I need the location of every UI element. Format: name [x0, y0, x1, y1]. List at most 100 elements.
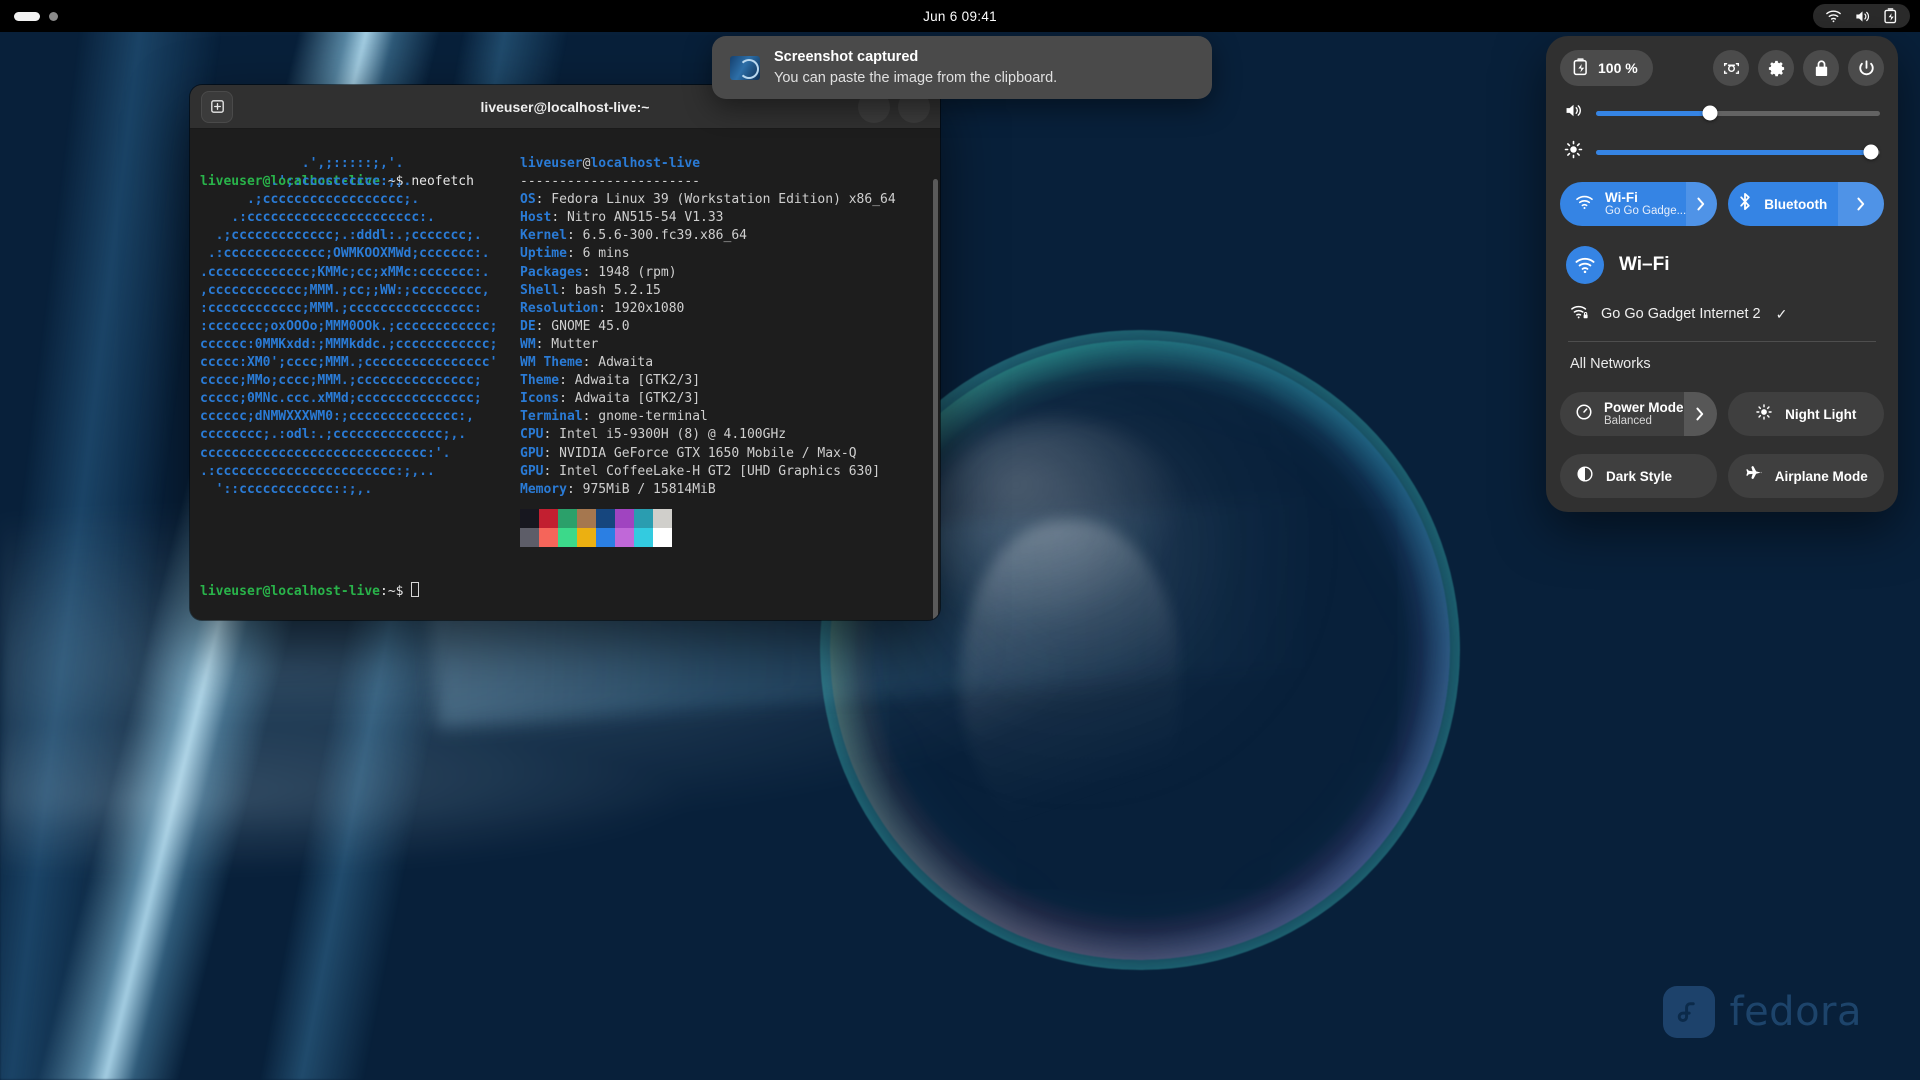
- brightness-slider-knob[interactable]: [1863, 144, 1879, 160]
- connectivity-tiles: Wi-Fi Go Go Gadge... Bluetooth: [1560, 182, 1884, 226]
- dark-style-tile-label: Dark Style: [1606, 468, 1673, 484]
- fedora-watermark: fedora: [1663, 986, 1862, 1038]
- wifi-expanded-section: Wi–Fi Go Go Gadget Internet 2 ✓ All Netw…: [1560, 246, 1884, 374]
- power-mode-tile-expand-button[interactable]: [1683, 392, 1717, 436]
- brightness-slider[interactable]: [1596, 144, 1880, 160]
- workspace-indicator[interactable]: [0, 11, 58, 21]
- wifi-tile-sublabel: Go Go Gadge...: [1605, 205, 1687, 218]
- palette-swatch: [634, 509, 653, 528]
- palette-swatch: [558, 528, 577, 547]
- screenshot-button[interactable]: [1713, 50, 1749, 86]
- dark-style-tile-main[interactable]: Dark Style: [1560, 454, 1717, 498]
- palette-swatch: [634, 528, 653, 547]
- volume-icon: [1854, 9, 1871, 24]
- dark-style-icon: [1576, 465, 1594, 488]
- terminal-scrollbar[interactable]: [933, 179, 938, 620]
- wifi-tile[interactable]: Wi-Fi Go Go Gadge...: [1560, 182, 1717, 226]
- appearance-tiles: Dark Style Airplane Mode: [1560, 454, 1884, 498]
- palette-swatch: [558, 509, 577, 528]
- battery-percent-label: 100 %: [1598, 60, 1638, 76]
- all-networks-button[interactable]: All Networks: [1566, 342, 1878, 374]
- bluetooth-tile-expand-button[interactable]: [1838, 182, 1884, 226]
- airplane-mode-tile-label: Airplane Mode: [1774, 468, 1868, 484]
- power-mode-tile-sublabel: Balanced: [1604, 415, 1652, 428]
- volume-slider-knob[interactable]: [1702, 105, 1718, 121]
- volume-icon[interactable]: [1564, 102, 1583, 124]
- brightness-slider-row[interactable]: [1560, 140, 1884, 164]
- wifi-icon: [1566, 246, 1604, 284]
- quick-settings-action-buttons: [1713, 50, 1884, 86]
- power-button[interactable]: [1848, 50, 1884, 86]
- workspace-dot[interactable]: [49, 11, 58, 21]
- notification-body: You can paste the image from the clipboa…: [774, 69, 1058, 86]
- fedora-logo-icon: [1663, 986, 1716, 1038]
- notification-banner[interactable]: Screenshot captured You can paste the im…: [712, 36, 1212, 99]
- wifi-network-item[interactable]: Go Go Gadget Internet 2 ✓: [1566, 299, 1878, 329]
- workspace-dot-active[interactable]: [14, 11, 40, 21]
- new-tab-button[interactable]: [201, 90, 233, 123]
- wifi-network-name: Go Go Gadget Internet 2: [1601, 306, 1761, 322]
- wifi-section-header: Wi–Fi: [1566, 246, 1878, 284]
- power-mode-tile-main[interactable]: Power Mode Balanced: [1560, 392, 1684, 436]
- prompt2-path: :~$: [380, 584, 404, 599]
- wifi-tile-label: Wi-Fi: [1605, 190, 1638, 205]
- brightness-icon[interactable]: [1564, 140, 1583, 164]
- quick-settings-panel[interactable]: 100 % Wi-Fi Go Go Gadge... Bluetooth Wi–…: [1546, 36, 1898, 512]
- settings-button[interactable]: [1758, 50, 1794, 86]
- palette-swatch: [653, 509, 672, 528]
- terminal-cursor: [411, 582, 420, 597]
- palette-row: [520, 528, 672, 547]
- wifi-locked-icon: [1570, 304, 1590, 324]
- notification-text: Screenshot captured You can paste the im…: [774, 47, 1057, 89]
- status-area-button[interactable]: [1813, 4, 1910, 28]
- clock-menu[interactable]: Jun 6 09:41: [923, 9, 997, 24]
- bluetooth-tile-label: Bluetooth: [1764, 196, 1828, 212]
- night-light-tile-main[interactable]: Night Light: [1728, 392, 1885, 436]
- system-tiles: Power Mode Balanced Night Light: [1560, 392, 1884, 436]
- night-light-tile-label: Night Light: [1785, 406, 1857, 422]
- top-bar: Jun 6 09:41: [0, 0, 1920, 32]
- palette-swatch: [615, 509, 634, 528]
- quick-settings-top-row: 100 %: [1560, 50, 1884, 86]
- palette-swatch: [539, 509, 558, 528]
- lock-button[interactable]: [1803, 50, 1839, 86]
- fedora-watermark-text: fedora: [1729, 989, 1862, 1035]
- airplane-mode-tile[interactable]: Airplane Mode: [1727, 454, 1885, 498]
- palette-swatch: [520, 509, 539, 528]
- battery-icon: [1883, 8, 1898, 24]
- wifi-tile-main[interactable]: Wi-Fi Go Go Gadge...: [1560, 182, 1686, 226]
- terminal-prompt-line-2: liveuser@localhost-live:~$: [200, 582, 420, 601]
- wifi-icon: [1825, 9, 1842, 23]
- palette-swatch: [520, 528, 539, 547]
- airplane-icon: [1744, 465, 1763, 487]
- battery-status-button[interactable]: 100 %: [1560, 50, 1653, 86]
- bluetooth-icon: [1738, 192, 1752, 216]
- night-light-tile[interactable]: Night Light: [1727, 392, 1885, 436]
- volume-slider[interactable]: [1596, 105, 1880, 121]
- palette-row: [520, 509, 672, 528]
- battery-charging-icon: [1572, 57, 1589, 79]
- wifi-section-title: Wi–Fi: [1619, 254, 1670, 275]
- power-mode-tile[interactable]: Power Mode Balanced: [1560, 392, 1717, 436]
- brightness-slider-fill: [1596, 149, 1872, 155]
- airplane-mode-tile-main[interactable]: Airplane Mode: [1728, 454, 1885, 498]
- power-mode-tile-label: Power Mode: [1604, 400, 1684, 415]
- wifi-tile-expand-button[interactable]: [1686, 182, 1717, 226]
- palette-swatch: [577, 528, 596, 547]
- palette-swatch: [539, 528, 558, 547]
- volume-slider-row[interactable]: [1560, 102, 1884, 124]
- terminal-output-area[interactable]: liveuser@localhost-live:~$ neofetch .',;…: [190, 129, 940, 620]
- bluetooth-tile-main[interactable]: Bluetooth: [1728, 182, 1839, 226]
- palette-swatch: [596, 528, 615, 547]
- terminal-window[interactable]: liveuser@localhost-live:~ liveuser@local…: [190, 85, 940, 620]
- palette-swatch: [596, 509, 615, 528]
- screenshot-thumbnail-icon: [730, 55, 760, 80]
- bluetooth-tile[interactable]: Bluetooth: [1727, 182, 1884, 226]
- neofetch-color-palette: [520, 509, 672, 547]
- night-light-icon: [1755, 403, 1773, 426]
- palette-swatch: [653, 528, 672, 547]
- wifi-icon: [1575, 194, 1594, 215]
- palette-swatch: [615, 528, 634, 547]
- dark-style-tile[interactable]: Dark Style: [1560, 454, 1717, 498]
- palette-swatch: [577, 509, 596, 528]
